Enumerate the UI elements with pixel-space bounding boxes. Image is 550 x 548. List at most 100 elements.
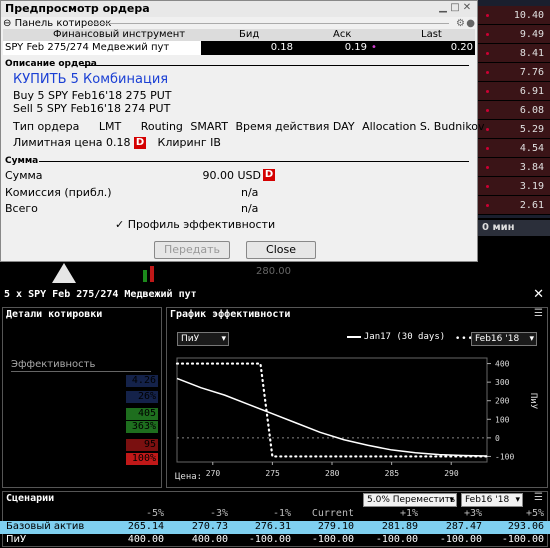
close-icon[interactable]: ✕ — [533, 287, 544, 302]
scenario-cell: -100.00 — [501, 534, 544, 545]
probability-label: Вероятность дохода — [11, 391, 120, 402]
amount-value-group: 90.00 USD — [181, 169, 261, 182]
quote-row[interactable]: SPY Feb 275/274 Медвежий пут 0.18 0.19 •… — [3, 41, 475, 55]
limit-price-value: 0.18 — [106, 136, 131, 149]
scenario-date-value: Feb16 '18 — [465, 495, 510, 505]
buy-combo-line: КУПИТЬ 5 Комбинация — [13, 72, 169, 87]
order-type-value: LMT — [98, 120, 122, 133]
dialog-title: Предпросмотр ордера — [1, 1, 477, 17]
commission-label: Комиссия (прибл.) — [5, 186, 112, 199]
transmit-button[interactable]: Передать — [154, 241, 230, 259]
allocation-value: S. Budnikov — [419, 120, 485, 133]
scenario-col: +1% — [399, 508, 418, 519]
leg-1: Buy 5 SPY Feb16'18 275 PUT — [13, 89, 172, 102]
scenario-col: -1% — [272, 508, 291, 519]
return-risk-value: 4.26 — [126, 375, 158, 387]
size-label: Размер — [11, 342, 49, 353]
background-price-row: 6.91 — [478, 82, 550, 101]
scenario-row-underlying[interactable]: Базовый актив 265.14 270.73 276.31 279.1… — [0, 521, 550, 534]
quote-panel-header[interactable]: ⊖ Панель котировок ⚙ ● — [3, 18, 475, 29]
clearing-label: Клиринг — [157, 136, 207, 149]
order-type-label: Тип ордера — [13, 120, 80, 133]
divider — [89, 23, 449, 24]
scenario-cell: 276.31 — [254, 521, 291, 532]
max-loss-pct-label: (73% возможность) — [11, 453, 115, 464]
scenario-cell: 400.00 — [191, 534, 228, 545]
row-marker-icon — [486, 128, 489, 131]
close-icon[interactable]: ✕ — [461, 2, 473, 13]
row-marker-icon — [486, 185, 489, 188]
row-marker-icon — [486, 33, 489, 36]
background-price-row: 3.19 — [478, 177, 550, 196]
shift-select[interactable]: 5.0% Переместить ▾ — [363, 493, 457, 507]
menu-icon[interactable]: ☰ — [534, 308, 543, 319]
row-marker-icon — [486, 14, 489, 17]
y-axis-label: ПиУ — [528, 392, 539, 410]
x-tick-label: 275 — [265, 469, 280, 478]
background-price-value: 9.49 — [519, 29, 544, 40]
background-price-row: 10.40 — [478, 6, 550, 25]
bid-ask-label: Бид/аск — [11, 330, 53, 341]
background-chart-price: 280.00 — [256, 266, 291, 277]
tif-label: Время действия — [235, 120, 330, 133]
background-price-value: 8.41 — [519, 48, 544, 59]
maximize-icon[interactable]: □ — [449, 2, 461, 13]
max-loss-pct-value: 100% — [126, 453, 158, 465]
background-price-row: 4.54 — [478, 139, 550, 158]
size-value: 5 x 295 — [89, 342, 132, 353]
performance-chart[interactable]: 400 300 200 100 0 -100 270 275 280 285 290 — [167, 350, 547, 486]
date-select[interactable]: Feb16 '18 ▾ — [471, 332, 537, 346]
collapse-icon[interactable]: ⊖ — [3, 18, 11, 29]
options-icon[interactable]: ● — [466, 18, 475, 29]
minimize-icon[interactable]: ▁ — [437, 2, 449, 13]
limit-price-row: Лимитная цена 0.18 D Клиринг IB — [13, 136, 221, 149]
scenario-cell: 281.89 — [381, 521, 418, 532]
total-label: Всего — [5, 202, 38, 215]
scenario-cell: 279.10 — [317, 521, 354, 532]
chevron-down-icon: ▾ — [449, 495, 454, 505]
background-price-value: 3.84 — [519, 162, 544, 173]
background-price-row: 6.08 — [478, 101, 550, 120]
price-axis-label: Цена: — [175, 472, 203, 482]
menu-icon[interactable]: ☰ — [534, 492, 543, 503]
col-last: Last — [421, 29, 442, 40]
col-instrument: Финансовый инструмент — [53, 29, 186, 40]
background-price-value: 3.19 — [519, 181, 544, 192]
date-select-value: Feb16 '18 — [475, 334, 520, 344]
settings-icon[interactable]: ⚙ — [456, 18, 465, 29]
max-loss-label: Макс. убытки — [11, 439, 82, 450]
amount-d-badge[interactable]: D — [263, 169, 275, 181]
d-badge[interactable]: D — [134, 137, 147, 149]
background-price-strip: 10.40 9.49 8.41 7.76 6.91 6.08 5.29 4.54 3.84 3.1… — [478, 0, 550, 218]
max-return-value: 405 — [126, 408, 158, 420]
background-price-value: 2.61 — [519, 200, 544, 211]
background-price-value: 4.54 — [519, 143, 544, 154]
background-price-value: 7.76 — [519, 67, 544, 78]
scenario-date-select[interactable]: Feb16 '18 ▾ — [461, 493, 523, 507]
profile-checkbox-label: Профиль эффективности — [127, 218, 276, 231]
background-price-row: 3.84 — [478, 158, 550, 177]
divider — [11, 371, 151, 372]
profile-checkbox-row[interactable]: ✓ Профиль эффективности — [115, 218, 275, 231]
instrument-cell: SPY Feb 275/274 Медвежий пут — [3, 41, 201, 55]
routing-label: Routing — [140, 120, 183, 133]
scenario-cell: -100.00 — [248, 534, 291, 545]
row-marker-icon — [486, 71, 489, 74]
checkbox-checked-icon[interactable]: ✓ — [115, 218, 124, 231]
close-button[interactable]: Close — [246, 241, 316, 259]
limit-price-label: Лимитная цена — [13, 136, 103, 149]
combo-title: 5 x SPY Feb 275/274 Медвежий пут — [4, 289, 197, 300]
amount-section-label: Сумма — [5, 156, 39, 166]
background-price-row: 8.41 — [478, 44, 550, 63]
metric-select[interactable]: ПиУ ▾ — [177, 332, 229, 346]
scenario-col: -5% — [145, 508, 164, 519]
quote-details-pane: Детали котировки Бид/аск 0.18 x 0.19 Раз… — [2, 307, 162, 488]
background-price-value: 6.08 — [519, 105, 544, 116]
scenario-row-pnl[interactable]: ПиУ 400.00 400.00 -100.00 -100.00 -100.0… — [0, 534, 550, 547]
clearing-value: IB — [210, 136, 221, 149]
order-params-row: Тип ордера LMT Routing SMART Время дейст… — [13, 120, 485, 133]
pane-header: Детали котировки — [3, 308, 161, 321]
candle-interval-tab[interactable]: 0 мин свечи — [478, 220, 550, 249]
candle — [150, 266, 154, 282]
background-price-row: 7.76 — [478, 63, 550, 82]
